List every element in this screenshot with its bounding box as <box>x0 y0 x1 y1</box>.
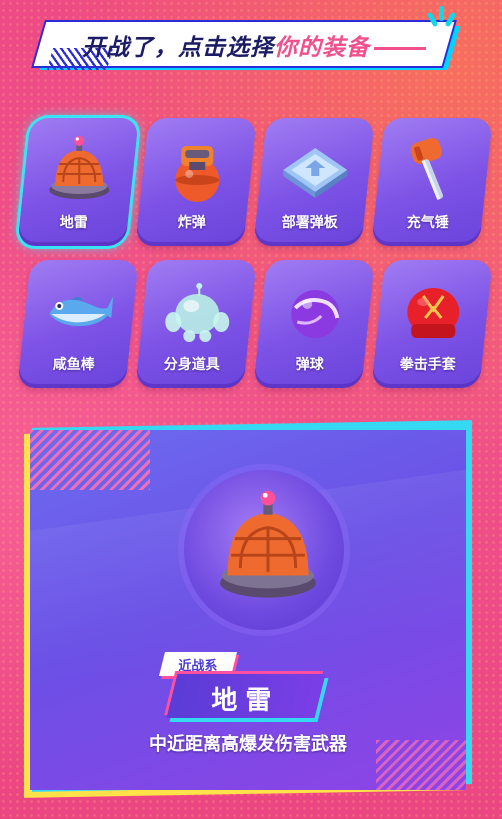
page-title: 开战了，点击选择你的装备 <box>82 28 426 62</box>
equipment-card-glove[interactable]: 拳击手套 <box>371 260 493 388</box>
equipment-card-salted-fish[interactable]: 咸鱼棒 <box>17 260 139 388</box>
equipment-label: 炸弹 <box>177 215 206 231</box>
item-description: 中近距离高爆发伤害武器 <box>149 734 347 755</box>
equipment-label: 分身道具 <box>163 357 220 373</box>
title-highlight: 你的装备 <box>274 35 370 61</box>
clone-jelly-icon <box>165 283 230 342</box>
bounce-pad-icon <box>283 148 348 198</box>
title-dash <box>374 47 426 50</box>
corner-stripes <box>30 430 150 490</box>
boxing-glove-icon <box>407 288 460 338</box>
equipment-card-ball[interactable]: 弹球 <box>253 260 375 388</box>
category-label: 近战系 <box>178 659 218 674</box>
item-name-plate: 地雷 <box>166 674 326 718</box>
equipment-label: 充气锤 <box>406 215 449 231</box>
equipment-label: 弹球 <box>295 357 324 373</box>
title-prefix: 开战了，点击选择 <box>82 35 274 61</box>
equipment-label: 咸鱼棒 <box>52 357 95 373</box>
item-name: 地雷 <box>211 686 280 716</box>
equipment-card-hammer[interactable]: 充气锤 <box>371 118 493 246</box>
salted-fish-icon <box>49 296 114 326</box>
sparkle-icon <box>426 6 457 32</box>
equipment-card-bounce-pad[interactable]: 部署弹板 <box>253 118 375 246</box>
bouncing-ball-icon <box>291 290 340 338</box>
equipment-label: 地雷 <box>59 215 88 231</box>
equipment-card-clone[interactable]: 分身道具 <box>135 260 257 388</box>
equipment-label: 拳击手套 <box>399 357 456 373</box>
equipment-label: 部署弹板 <box>281 215 338 231</box>
detail-card: 近战系 地雷 中近距离高爆发伤害武器 <box>30 430 466 790</box>
bomb-icon <box>175 146 220 202</box>
landmine-icon <box>220 490 316 598</box>
equipment-card-bomb[interactable]: 炸弹 <box>135 118 257 246</box>
title-banner: 开战了，点击选择你的装备 <box>33 18 461 76</box>
equipment-card-landmine[interactable]: 地雷 <box>17 118 139 246</box>
detail-panel: 近战系 地雷 中近距离高爆发伤害武器 <box>24 420 476 800</box>
landmine-icon <box>49 136 110 199</box>
category-badge: 近战系 <box>159 652 237 676</box>
equipment-grid: 地雷 炸弹 部署弹板 充气锤 咸鱼棒 分身道具 弹球 拳击手套 <box>17 112 493 388</box>
inflatable-hammer-icon <box>410 137 444 200</box>
